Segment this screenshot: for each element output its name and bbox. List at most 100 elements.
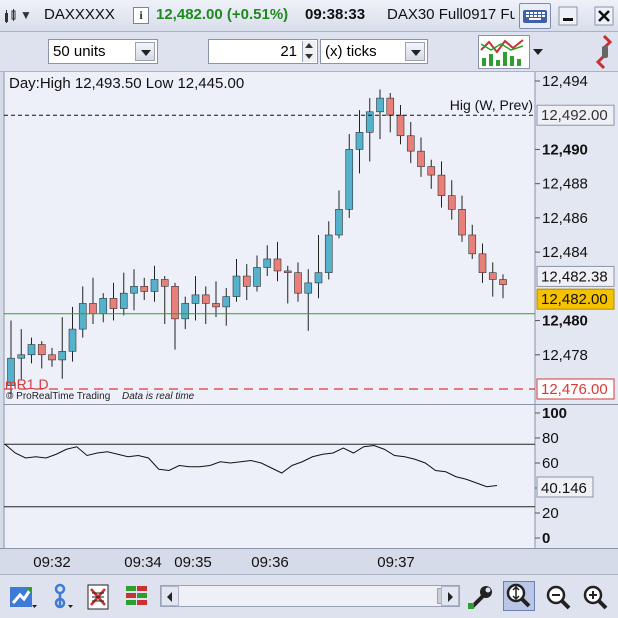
time-tick-label: 09:32: [33, 554, 71, 571]
bull-candle: [376, 97, 384, 113]
price-tick-label: 12,486: [542, 210, 588, 227]
instrument-symbol[interactable]: DAXXXXX: [44, 6, 115, 23]
data-status-label: Data is real time: [122, 391, 195, 402]
bull-candle: [263, 258, 272, 268]
bear-candle: [48, 354, 56, 361]
indicator-button[interactable]: [478, 35, 530, 69]
mr1-tag: 12,476.00: [536, 378, 615, 400]
bear-candle: [427, 166, 436, 176]
time-tick-label: 09:35: [174, 554, 212, 571]
bear-candle: [406, 135, 415, 152]
svg-text:12,476.00: 12,476.00: [541, 381, 608, 398]
zoom-out-icon[interactable]: [543, 583, 573, 611]
chevron-down-icon[interactable]: [531, 35, 545, 69]
ticks-spinner[interactable]: [302, 41, 316, 62]
bull-candle: [253, 267, 261, 287]
drawing-tool-icon[interactable]: [48, 583, 78, 611]
minimize-icon[interactable]: [558, 6, 578, 26]
day-high-low-label: Day:High 12,493.50 Low 12,445.00: [9, 75, 244, 92]
bear-candle: [109, 298, 118, 309]
mr1-label: mR1 D: [5, 376, 49, 392]
instrument-name: DAX30 Full0917 Futures: [387, 6, 515, 23]
last-update-time: 09:38:33: [305, 6, 366, 23]
bear-candle: [283, 270, 292, 273]
bull-candle: [222, 296, 231, 308]
weekly-high-label: Hig (W, Prev): [450, 97, 533, 113]
scroll-right-button[interactable]: [441, 586, 459, 606]
brand-label: © ProRealTime Trading: [6, 391, 110, 402]
bear-candle: [273, 258, 282, 272]
price-chart[interactable]: 12,494 12,490 12,488 12,486 12,484 12,480 12,4…: [0, 72, 618, 404]
bull-candle: [181, 303, 190, 320]
bear-candle: [37, 344, 46, 356]
bull-candle: [17, 354, 26, 359]
info-icon[interactable]: i: [133, 7, 149, 24]
bear-candle: [458, 209, 466, 236]
chart-toolbar: 50 units 21 (x) ticks: [0, 32, 618, 72]
last-price-change: 12,482.00 (+0.51%): [156, 6, 289, 23]
svg-text:12,492.00: 12,492.00: [541, 107, 608, 124]
bottom-toolbar: [0, 574, 618, 618]
chevron-down-icon[interactable]: [135, 42, 155, 61]
trend-arrow-icon[interactable]: [8, 583, 38, 611]
bear-candle: [447, 195, 456, 210]
bull-candle: [58, 351, 67, 361]
bear-candle: [201, 294, 210, 304]
chevron-down-icon[interactable]: [405, 42, 425, 61]
bear-candle: [386, 97, 395, 116]
bear-candle: [468, 234, 477, 255]
auto-zoom-icon[interactable]: [503, 581, 535, 611]
scroll-left-button[interactable]: [161, 586, 179, 606]
bull-candle: [335, 209, 343, 236]
weekly-high-tag: 12,492.00: [536, 104, 615, 126]
bear-candle: [140, 286, 149, 292]
horizontal-scrollbar[interactable]: [160, 585, 460, 607]
bear-candle: [89, 303, 97, 315]
zoom-in-icon[interactable]: [580, 583, 610, 611]
title-bar: ▼ DAXXXXX i 12,482.00 (+0.51%) 09:38:33 …: [0, 0, 618, 32]
oscillator-chart[interactable]: 100806040200 40.146: [0, 404, 618, 548]
indicator-icon: [480, 39, 524, 66]
ticks-type-value: (x) ticks: [325, 43, 377, 60]
settings-wrench-icon[interactable]: [466, 583, 496, 611]
bear-candle: [499, 279, 507, 285]
time-tick-label: 09:34: [124, 554, 162, 571]
bull-candle: [78, 303, 87, 330]
price-tick-label: 12,494: [542, 73, 588, 90]
ticks-type-dropdown[interactable]: (x) ticks: [320, 39, 428, 64]
chart-app-icon[interactable]: [4, 8, 18, 24]
chart-window: ▼ DAXXXXX i 12,482.00 (+0.51%) 09:38:33 …: [0, 0, 618, 618]
keyboard-icon[interactable]: [519, 3, 551, 29]
bull-candle: [314, 272, 323, 284]
close-icon[interactable]: [594, 6, 614, 26]
bull-candle: [27, 344, 36, 356]
order-list-icon[interactable]: [84, 583, 114, 611]
time-axis: 09:32 09:34 09:35 09:36 09:37: [0, 548, 618, 574]
time-tick-label: 09:37: [377, 554, 415, 571]
bear-candle: [242, 275, 251, 287]
bull-candle: [232, 275, 241, 297]
svg-text:40.146: 40.146: [541, 480, 587, 497]
bear-candle: [417, 150, 425, 167]
ticks-count-input[interactable]: 21: [208, 39, 318, 64]
units-dropdown[interactable]: 50 units: [48, 39, 158, 64]
bear-candle: [488, 272, 497, 280]
osc-tick-label: 100: [542, 405, 567, 422]
bear-candle: [160, 279, 169, 287]
order-book-icon[interactable]: [122, 583, 152, 611]
price-tick-label: 12,484: [542, 244, 588, 261]
current-price-tag: 12,482.00: [536, 288, 615, 310]
bear-candle: [437, 174, 446, 196]
osc-tick-label: 20: [542, 505, 559, 522]
oscillator-value-tag: 40.146: [536, 476, 594, 498]
chevron-down-icon[interactable]: ▼: [20, 8, 32, 22]
link-chain-icon[interactable]: [590, 34, 618, 70]
osc-tick-label: 80: [542, 430, 559, 447]
last-price-tag: 12,482.38: [536, 265, 615, 287]
bear-candle: [478, 253, 487, 273]
osc-tick-label: 60: [542, 455, 559, 472]
price-tick-label: 12,488: [542, 176, 588, 193]
svg-text:12,482.38: 12,482.38: [541, 268, 608, 285]
bull-candle: [68, 328, 77, 352]
bull-candle: [150, 279, 159, 292]
